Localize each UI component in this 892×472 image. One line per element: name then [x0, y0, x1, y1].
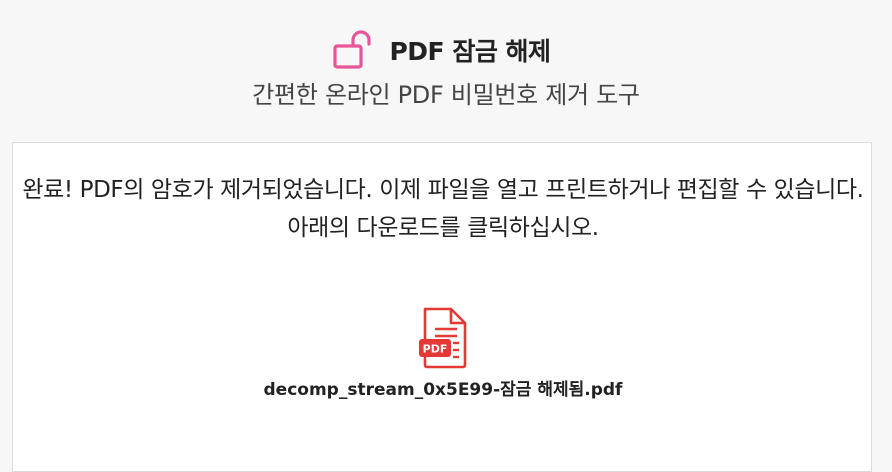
- result-card: 완료! PDF의 암호가 제거되었습니다. 이제 파일을 열고 프린트하거나 편…: [12, 142, 872, 472]
- completion-message: 완료! PDF의 암호가 제거되었습니다. 이제 파일을 열고 프린트하거나 편…: [22, 177, 864, 241]
- page-title: PDF 잠금 해제: [389, 37, 551, 66]
- page-header: PDF 잠금 해제 간편한 온라인 PDF 비밀번호 제거 도구: [0, 0, 892, 142]
- title-row: PDF 잠금 해제: [0, 28, 892, 72]
- page-subtitle: 간편한 온라인 PDF 비밀번호 제거 도구: [252, 81, 640, 109]
- pdf-badge-label: PDF: [423, 343, 448, 356]
- unlocked-padlock-icon: [333, 30, 372, 69]
- pdf-file-icon[interactable]: PDF: [417, 307, 471, 369]
- download-file-link[interactable]: decomp_stream_0x5E99-잠금 해제됨.pdf: [13, 375, 873, 400]
